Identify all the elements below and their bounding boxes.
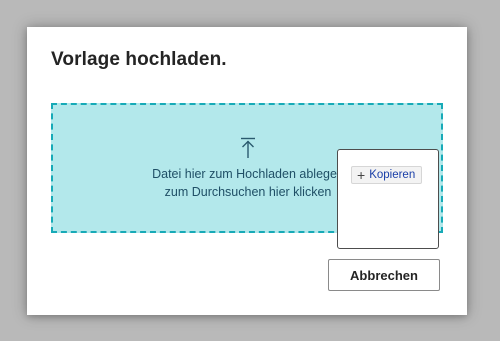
copy-button[interactable]: + Kopieren xyxy=(351,166,423,184)
dialog-title: Vorlage hochladen. xyxy=(51,49,227,70)
cancel-button[interactable]: Abbrechen xyxy=(328,259,440,291)
plus-icon: + xyxy=(357,167,366,183)
copy-popup: + Kopieren xyxy=(337,149,439,249)
copy-button-label: Kopieren xyxy=(369,169,416,181)
upload-arrow-icon xyxy=(241,137,255,158)
upload-template-dialog: Vorlage hochladen. Datei hier zum Hochla… xyxy=(27,27,467,315)
